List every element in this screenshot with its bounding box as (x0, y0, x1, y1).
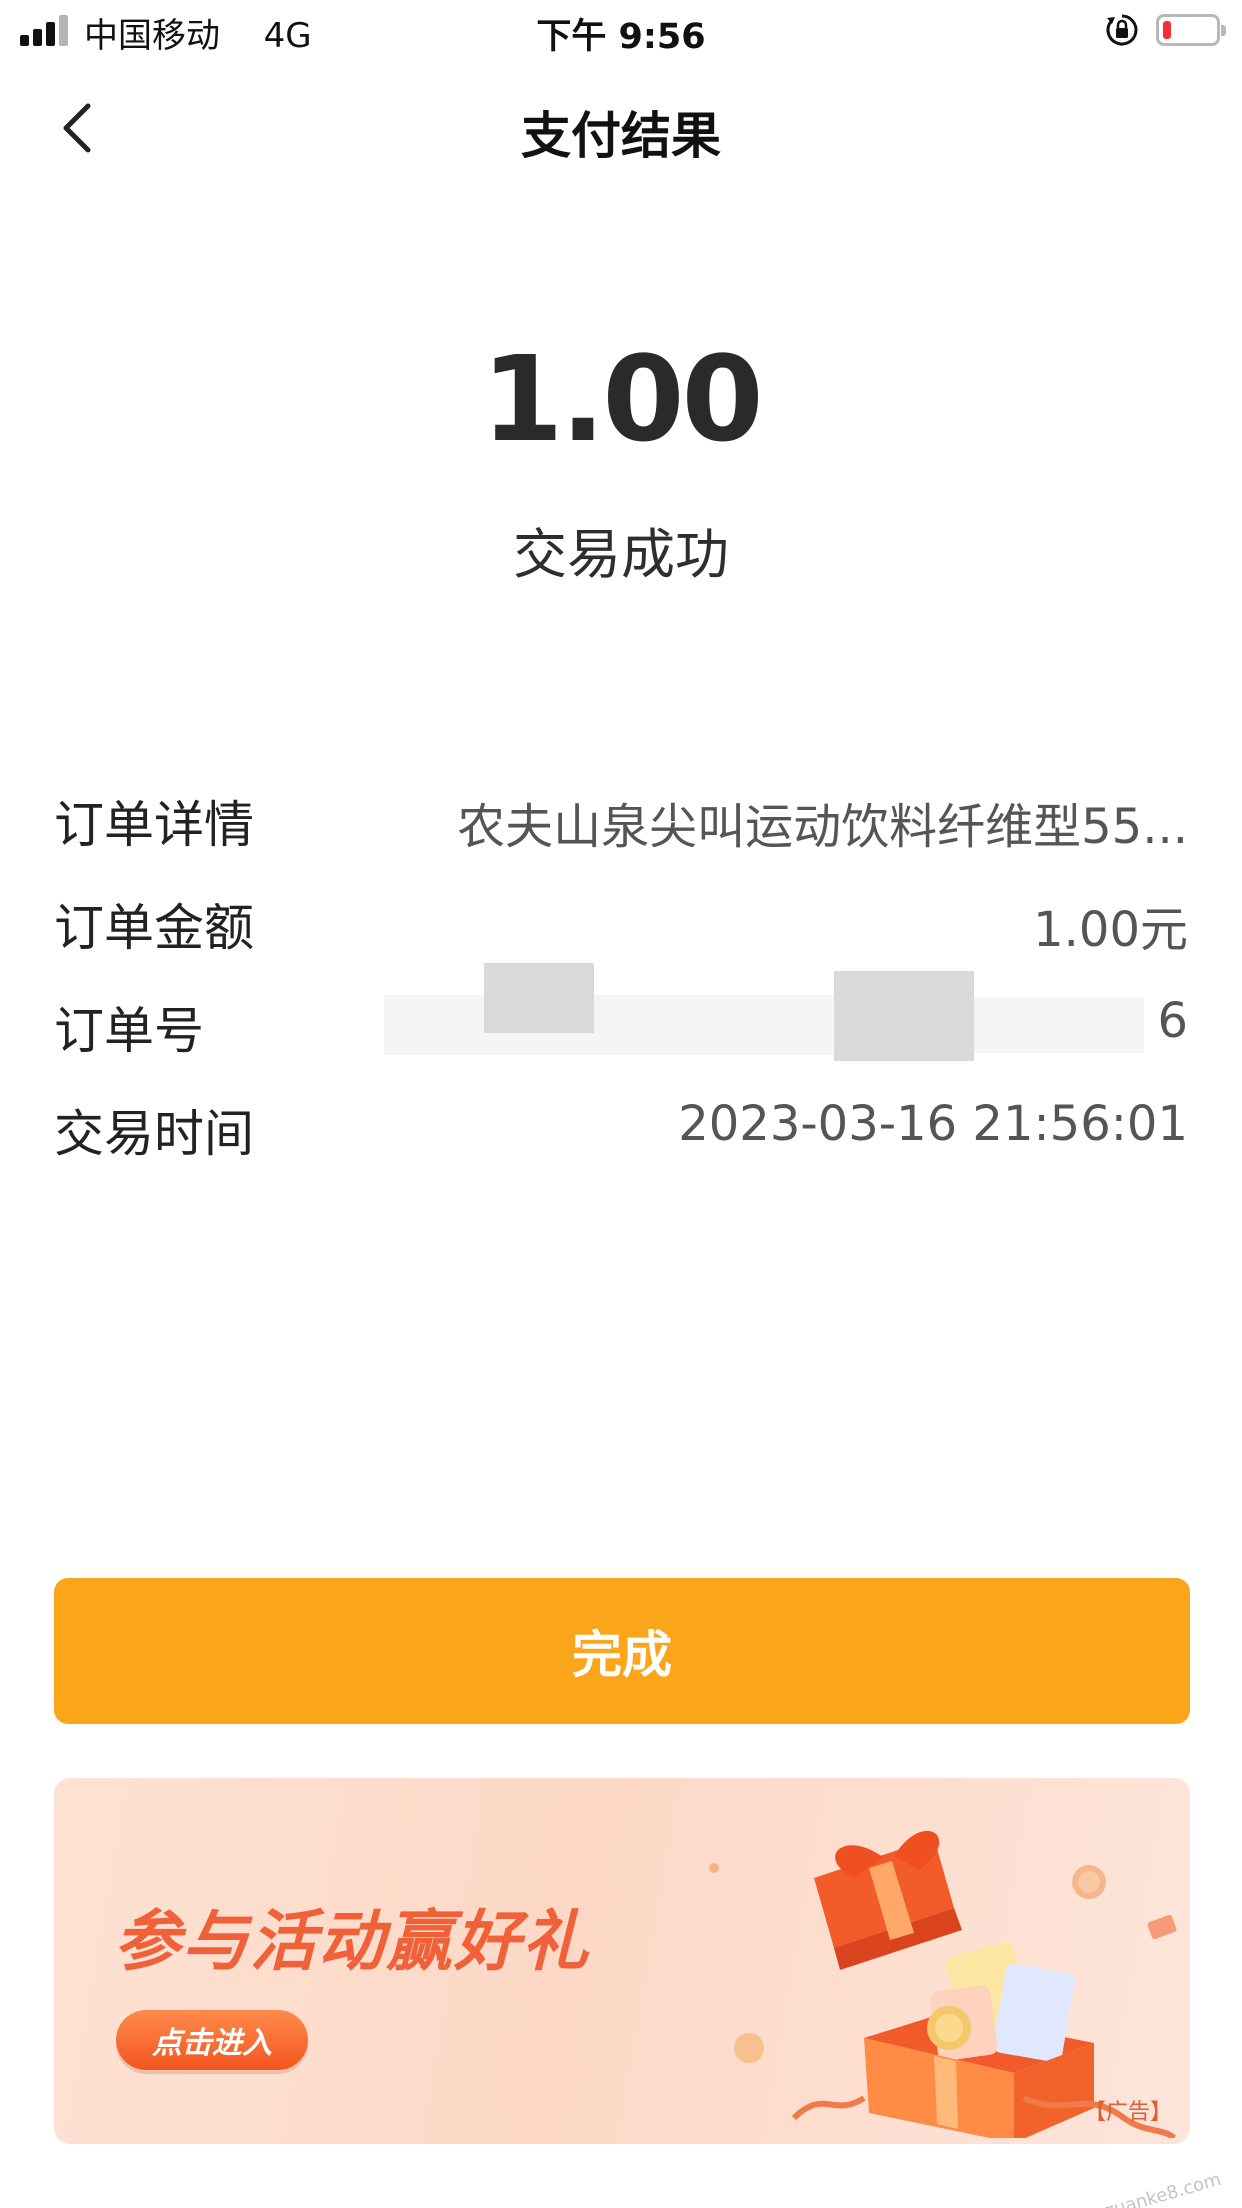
gift-box-icon (709, 1830, 1177, 2138)
detail-value: 6 (1157, 993, 1188, 1049)
detail-label: 订单详情 (54, 796, 254, 854)
detail-value: 2023-03-16 21:56:01 (678, 1096, 1188, 1152)
detail-row-order-number: 订单号 6 (54, 963, 1188, 1061)
navigation-bar: 支付结果 (0, 62, 1242, 192)
detail-label: 订单金额 (54, 899, 254, 957)
payment-status: 交易成功 (513, 523, 729, 586)
ad-label: 【广告】 (1083, 2100, 1172, 2125)
page-title: 支付结果 (521, 107, 721, 165)
payment-amount: 1.00 (481, 330, 763, 468)
redaction-mosaic (834, 971, 974, 1061)
detail-row-order-amount: 订单金额 1.00元 (54, 888, 1188, 958)
detail-value: 1.00元 (1033, 902, 1188, 958)
payment-result-screen: 中国移动 4G 下午 9:56 支付结果 1.00 交易成功 订单详情 农夫山泉… (0, 0, 1242, 2208)
redaction-mosaic (484, 963, 594, 1033)
redaction-mosaic (974, 997, 1144, 1053)
detail-label: 交易时间 (54, 1105, 254, 1163)
detail-row-transaction-time: 交易时间 2023-03-16 21:56:01 (54, 1094, 1188, 1164)
redaction-mosaic (384, 995, 844, 1055)
detail-row-order-details: 订单详情 农夫山泉尖叫运动饮料纤维型55... (54, 785, 1188, 855)
detail-label: 订单号 (54, 1002, 204, 1060)
orientation-lock-icon (1106, 14, 1138, 46)
watermark: 赚客吧，有奖一起赚！ www.zuanke8.com (877, 2165, 1224, 2208)
detail-value: 农夫山泉尖叫运动饮料纤维型55... (457, 799, 1188, 855)
banner-title: 参与活动赢好礼 (114, 1903, 590, 1980)
battery-icon (1156, 14, 1226, 46)
status-time: 下午 9:56 (536, 17, 706, 57)
done-button[interactable]: 完成 (54, 1578, 1190, 1724)
status-bar: 中国移动 4G 下午 9:56 (0, 0, 1242, 62)
promo-banner[interactable]: 参与活动赢好礼 点击进入 【广告】 (54, 1778, 1190, 2144)
enter-activity-button[interactable]: 点击进入 (116, 2010, 308, 2070)
battery-level (1163, 21, 1171, 39)
